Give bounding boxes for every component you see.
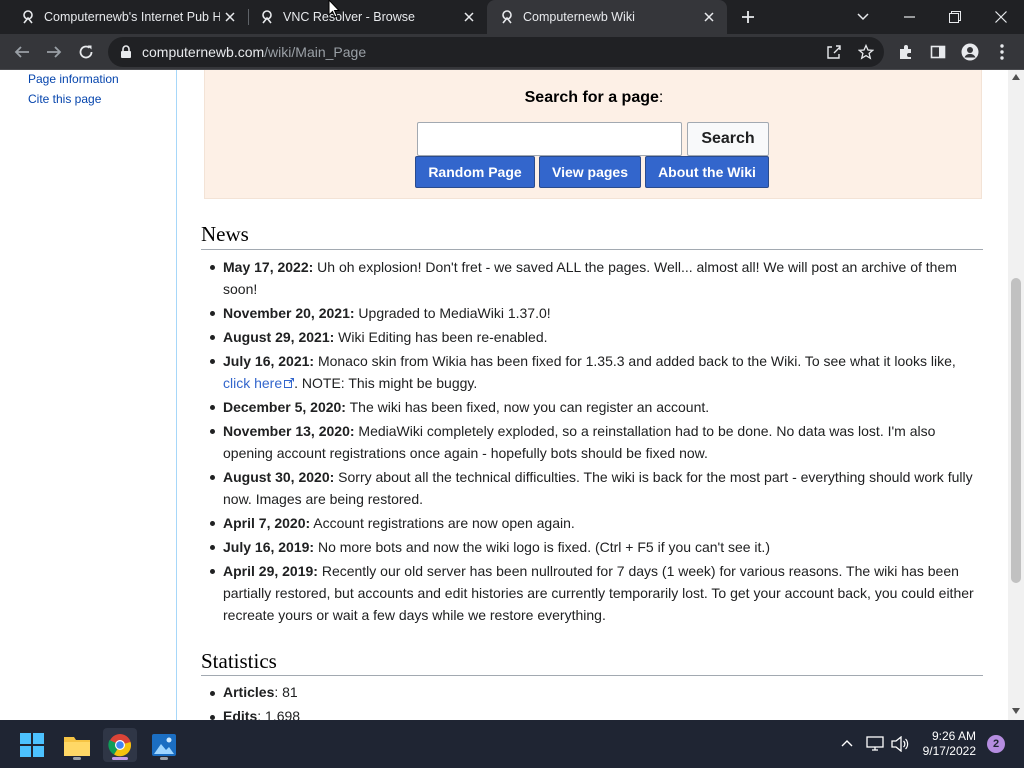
arrow-right-icon	[47, 46, 62, 58]
back-button[interactable]	[9, 39, 35, 65]
web-page: Page information Cite this page Search f…	[0, 70, 1008, 720]
random-page-button[interactable]: Random Page	[415, 156, 535, 188]
puzzle-icon	[900, 45, 911, 59]
news-item: August 29, 2021: Wiki Editing has been r…	[201, 326, 981, 348]
volume-icon[interactable]	[891, 736, 909, 752]
close-icon[interactable]	[699, 7, 719, 27]
search-button[interactable]: Search	[687, 122, 769, 156]
close-window-button[interactable]	[978, 0, 1024, 34]
address-bar[interactable]: computernewb.com/wiki/Main_Page	[108, 37, 884, 67]
news-item: November 13, 2020: MediaWiki completely …	[201, 420, 981, 464]
profile-button[interactable]	[957, 39, 983, 65]
arrow-left-icon	[14, 46, 29, 58]
heading-divider	[201, 675, 983, 676]
reload-icon	[79, 45, 93, 59]
chevron-down-icon	[857, 13, 869, 21]
start-button[interactable]	[15, 728, 49, 762]
scroll-down-icon	[1012, 708, 1020, 714]
clock-time: 9:26 AM	[931, 729, 976, 743]
star-icon[interactable]	[858, 44, 874, 60]
windows-logo-icon	[20, 733, 44, 757]
wiki-logo-icon	[259, 9, 275, 25]
news-item: April 7, 2020: Account registrations are…	[201, 512, 981, 534]
statistics-heading: Statistics	[201, 649, 277, 673]
reload-button[interactable]	[73, 39, 99, 65]
page-scrollbar[interactable]	[1008, 70, 1024, 720]
extensions-button[interactable]	[893, 39, 919, 65]
wiki-sidebar: Page information Cite this page	[0, 70, 177, 720]
side-panel-icon	[930, 45, 946, 59]
share-icon[interactable]	[826, 44, 842, 60]
news-heading: News	[201, 222, 249, 246]
tab-search-button[interactable]	[840, 0, 886, 34]
restore-button[interactable]	[932, 0, 978, 34]
view-pages-button[interactable]: View pages	[539, 156, 641, 188]
photos-button[interactable]	[147, 728, 181, 762]
tab-computernewb-pub[interactable]: Computernewb's Internet Pub Hu	[0, 0, 248, 34]
running-indicator	[73, 757, 81, 760]
kebab-menu-icon	[1000, 44, 1004, 60]
minimize-button[interactable]	[886, 0, 932, 34]
click-here-link[interactable]: click here	[223, 375, 282, 391]
about-the-wiki-button[interactable]: About the Wiki	[645, 156, 769, 188]
notification-badge[interactable]: 2	[987, 735, 1005, 753]
tab-title: Computernewb's Internet Pub Hu	[44, 10, 220, 24]
close-icon	[995, 11, 1007, 23]
plus-icon	[742, 11, 754, 23]
system-clock[interactable]: 9:26 AM 9/17/2022	[923, 729, 976, 759]
news-item: July 16, 2019: No more bots and now the …	[201, 536, 981, 558]
wiki-content: Search for a page: Search Random Page Vi…	[177, 70, 1008, 720]
external-link-icon	[284, 378, 295, 388]
tab-vnc-resolver[interactable]: VNC Resolver - Browse	[239, 0, 487, 34]
news-item: November 20, 2021: Upgraded to MediaWiki…	[201, 302, 981, 324]
scroll-up-icon	[1012, 74, 1020, 80]
news-item: May 17, 2022: Uh oh explosion! Don't fre…	[201, 256, 981, 300]
sidebar-link-cite-this-page[interactable]: Cite this page	[28, 92, 101, 106]
browser-toolbar: computernewb.com/wiki/Main_Page	[0, 34, 1024, 70]
tab-title: VNC Resolver - Browse	[283, 10, 415, 24]
stat-edits: Edits: 1,698	[201, 708, 300, 720]
news-item: July 16, 2021: Monaco skin from Wikia ha…	[201, 350, 981, 394]
minimize-icon	[903, 16, 915, 18]
chrome-button[interactable]	[103, 728, 137, 762]
lock-icon	[121, 45, 131, 58]
photos-icon	[152, 734, 176, 756]
wiki-logo-icon	[20, 9, 36, 25]
chrome-icon	[108, 734, 132, 757]
tab-computernewb-wiki[interactable]: Computernewb Wiki	[487, 0, 727, 34]
close-icon[interactable]	[459, 7, 479, 27]
news-item: December 5, 2020: The wiki has been fixe…	[201, 396, 981, 418]
running-indicator	[112, 757, 128, 760]
tab-title: Computernewb Wiki	[523, 10, 635, 24]
profile-icon	[961, 43, 979, 61]
browser-tab-strip: Computernewb's Internet Pub Hu VNC Resol…	[0, 0, 1024, 34]
restore-icon	[949, 11, 961, 23]
news-item: August 30, 2020: Sorry about all the tec…	[201, 466, 981, 510]
forward-button[interactable]	[41, 39, 67, 65]
network-icon[interactable]	[866, 736, 884, 752]
menu-button[interactable]	[989, 39, 1015, 65]
stat-articles: Articles: 81	[201, 684, 298, 700]
heading-divider	[201, 249, 983, 250]
news-item: April 29, 2019: Recently our old server …	[201, 560, 981, 626]
sidebar-link-page-information[interactable]: Page information	[28, 72, 119, 86]
file-explorer-button[interactable]	[60, 728, 94, 762]
scroll-thumb[interactable]	[1011, 278, 1021, 583]
chevron-up-icon[interactable]	[841, 739, 853, 747]
url-text: computernewb.com/wiki/Main_Page	[142, 44, 367, 60]
close-icon[interactable]	[220, 7, 240, 27]
search-input[interactable]	[417, 122, 682, 156]
news-list: May 17, 2022: Uh oh explosion! Don't fre…	[201, 256, 981, 628]
mouse-cursor-icon	[328, 0, 340, 18]
clock-date: 9/17/2022	[922, 744, 976, 758]
running-indicator	[160, 757, 168, 760]
search-panel-title: Search for a page:	[524, 89, 664, 106]
search-panel: Search for a page: Search Random Page Vi…	[204, 70, 982, 199]
windows-taskbar: 9:26 AM 9/17/2022	[0, 720, 1024, 768]
side-panel-button[interactable]	[925, 39, 951, 65]
folder-icon	[64, 737, 90, 756]
new-tab-button[interactable]	[736, 5, 760, 29]
wiki-logo-icon	[499, 9, 515, 25]
